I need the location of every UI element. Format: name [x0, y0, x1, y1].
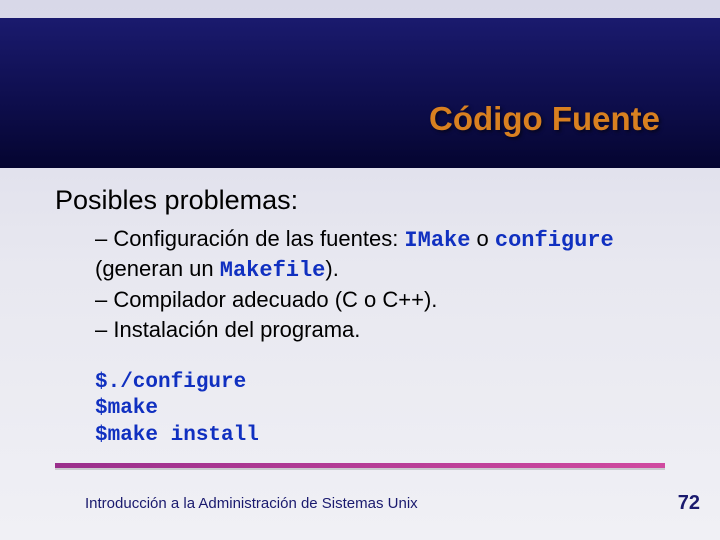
code-imake: IMake: [404, 228, 470, 253]
code-block: $./configure $make $make install: [95, 370, 259, 449]
code-line-3: $make install: [95, 423, 259, 449]
code-line-2: $make: [95, 396, 259, 422]
bullet-1-text-pre: – Configuración de las fuentes:: [95, 226, 404, 251]
bullet-1-text-mid2: (generan un: [95, 256, 220, 281]
bullet-1: – Configuración de las fuentes: IMake o …: [95, 225, 655, 284]
code-configure: configure: [495, 228, 614, 253]
bullet-list: – Configuración de las fuentes: IMake o …: [95, 225, 655, 345]
bullet-2: – Compilador adecuado (C o C++).: [95, 286, 655, 314]
bullet-1-text-post: ).: [325, 256, 338, 281]
page-number: 72: [678, 492, 700, 515]
footer-text: Introducción a la Administración de Sist…: [85, 495, 418, 512]
code-makefile: Makefile: [220, 258, 326, 283]
bullet-1-text-mid: o: [470, 226, 494, 251]
slide-title: Código Fuente: [429, 100, 660, 138]
slide-subtitle: Posibles problemas:: [55, 185, 298, 216]
divider-bar: [55, 463, 665, 468]
code-line-1: $./configure: [95, 370, 259, 396]
title-band: [0, 18, 720, 168]
bullet-3: – Instalación del programa.: [95, 316, 655, 344]
